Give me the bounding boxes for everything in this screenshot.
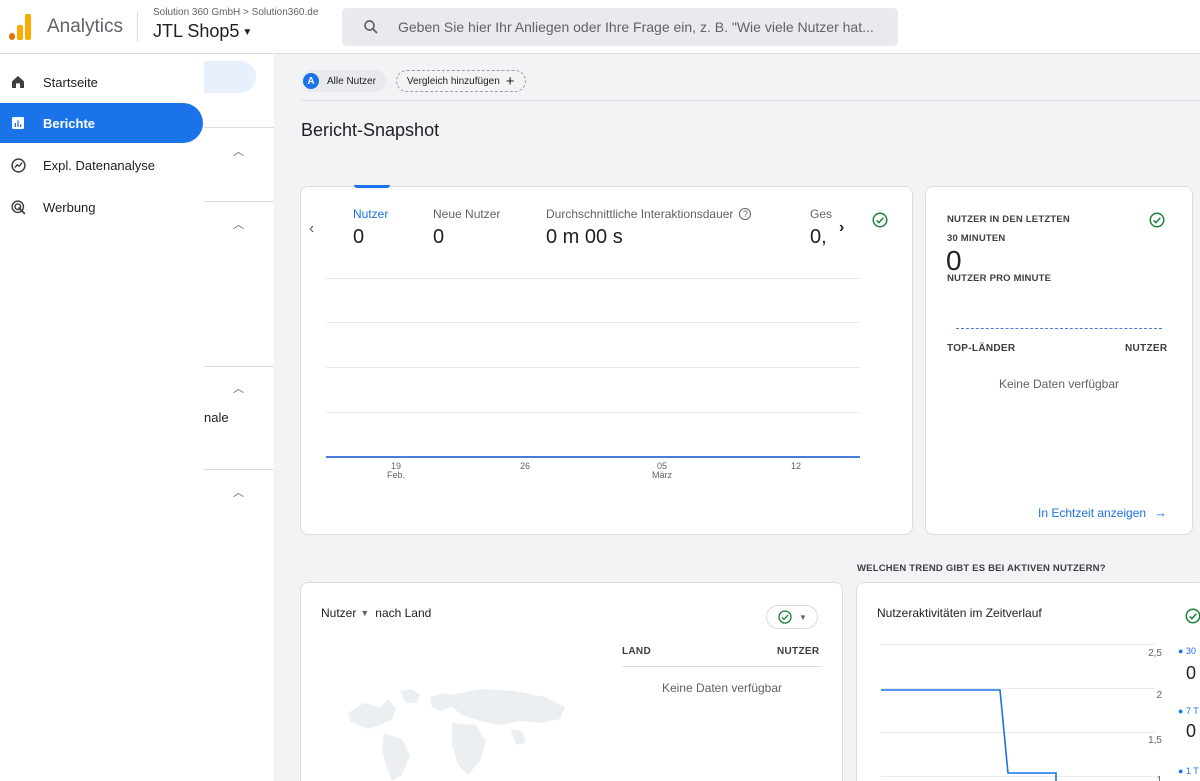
subpanel-divider — [204, 469, 274, 470]
x-axis-tick: 26 — [519, 461, 530, 471]
check-circle-icon[interactable] — [868, 208, 892, 232]
search-bar[interactable]: Geben Sie hier Ihr Anliegen oder Ihre Fr… — [342, 8, 898, 46]
activity-series-line — [881, 689, 1057, 781]
x-axis-tick: 19 Feb. — [386, 461, 405, 480]
segment-chip-label: Alle Nutzer — [327, 75, 376, 87]
segment-chip-all-users[interactable]: A Alle Nutzer — [301, 70, 386, 92]
help-icon[interactable]: ? — [739, 208, 752, 220]
nav-item-expl-datenanalyse[interactable]: Expl. Datenanalyse — [0, 145, 203, 185]
subpanel-item-partial[interactable]: nale — [204, 410, 229, 425]
metric-value: 0 m 00 s — [546, 226, 623, 248]
comparison-bar: A Alle Nutzer Vergleich hinzufügen + — [301, 70, 526, 92]
view-realtime-label: In Echtzeit anzeigen — [1038, 505, 1147, 520]
metric-tab-neue-nutzer[interactable]: Neue Nutzer 0 — [433, 207, 500, 249]
nav-label: Berichte — [43, 115, 96, 131]
caret-down-icon: ▼ — [799, 612, 807, 622]
reports-icon — [9, 114, 27, 132]
metric-label: Neue Nutzer — [433, 207, 501, 221]
legend-value-7-days: 0 — [1186, 721, 1197, 741]
chart-gridline — [326, 322, 860, 323]
chevron-left-icon[interactable]: ‹ — [309, 220, 314, 238]
metric-tab-interaktionsdauer[interactable]: Durchschnittliche Interaktionsdauer? 0 m… — [546, 207, 752, 249]
caret-down-icon[interactable]: ▼ — [360, 608, 369, 618]
metric-value: 0, — [810, 226, 827, 248]
top-app-bar: Analytics Solution 360 GmbH > Solution36… — [0, 0, 1200, 54]
metric-tab-partial[interactable]: Ges 0, — [810, 207, 832, 249]
metric-label: Nutzer — [353, 207, 389, 221]
subpanel-divider — [204, 127, 274, 128]
arrow-right-icon: → — [1154, 505, 1168, 520]
column-header-country: LAND — [622, 646, 651, 657]
analytics-logo-icon[interactable] — [8, 14, 32, 40]
property-selector[interactable]: JTL Shop5 ▼ — [153, 21, 252, 42]
dimension-label: nach Land — [375, 606, 432, 620]
property-name: JTL Shop5 — [153, 21, 240, 41]
advertising-icon — [9, 198, 27, 216]
data-quality-dropdown[interactable]: ▼ — [766, 605, 818, 629]
section-heading: WELCHEN TREND GIBT ES BEI AKTIVEN NUTZER… — [857, 563, 1106, 574]
home-icon — [9, 73, 27, 91]
subpanel-divider — [204, 366, 274, 367]
nav-label: Werbung — [43, 199, 96, 215]
main-divider — [301, 100, 1200, 101]
segment-avatar: A — [303, 73, 319, 89]
metric-tab-nutzer[interactable]: Nutzer 0 — [353, 207, 388, 249]
chevron-up-icon[interactable]: ︿ — [233, 143, 244, 159]
account-breadcrumb[interactable]: Solution 360 GmbH > Solution360.de — [153, 7, 318, 18]
no-data-message: Keine Daten verfügbar — [661, 681, 783, 695]
chart-gridline — [326, 278, 860, 279]
metric-label: Ges — [810, 207, 832, 221]
nav-item-berichte[interactable]: Berichte — [0, 103, 203, 143]
legend-label-7-days: ● 7 T — [1178, 706, 1199, 716]
check-circle-icon — [778, 610, 792, 624]
metric-tab-indicator — [354, 185, 390, 188]
nav-item-werbung[interactable]: Werbung — [0, 187, 203, 227]
users-per-minute-label: NUTZER PRO MINUTE — [947, 273, 1052, 284]
search-placeholder: Geben Sie hier Ihr Anliegen oder Ihre Fr… — [398, 19, 874, 35]
subpanel-selected-item[interactable] — [204, 61, 256, 93]
subpanel-divider — [204, 201, 274, 202]
view-realtime-link[interactable]: In Echtzeit anzeigen → — [1038, 505, 1167, 520]
chart-gridline — [326, 412, 860, 413]
legend-label-1-day: ● 1 T — [1178, 766, 1199, 776]
add-comparison-button[interactable]: Vergleich hinzufügen + — [395, 70, 526, 92]
chevron-up-icon[interactable]: ︿ — [233, 380, 244, 396]
map-card-title: Nutzer ▼ nach Land — [321, 606, 431, 620]
metric-label: Durchschnittliche Interaktionsdauer — [546, 207, 734, 221]
column-header-users: NUTZER — [1125, 343, 1168, 354]
metric-value: 0 — [353, 226, 365, 248]
chart-gridline — [326, 367, 860, 368]
nav-label: Expl. Datenanalyse — [43, 157, 156, 173]
chevron-up-icon[interactable]: ︿ — [233, 484, 244, 500]
app-name: Analytics — [47, 16, 124, 37]
chevron-right-icon[interactable]: › — [839, 219, 844, 237]
nav-item-startseite[interactable]: Startseite — [0, 62, 203, 102]
world-map — [348, 689, 565, 781]
metric-value: 0 — [433, 226, 445, 248]
x-axis-tick: 05 März — [652, 461, 672, 480]
header-divider — [137, 12, 138, 42]
metric-dropdown[interactable]: Nutzer — [321, 606, 356, 620]
users-series-line — [326, 456, 860, 458]
plus-icon: + — [505, 72, 515, 90]
column-header-users: NUTZER — [777, 646, 820, 657]
page-title: Bericht-Snapshot — [301, 120, 440, 140]
explore-icon — [9, 156, 27, 174]
left-navigation: Startseite Berichte Expl. Datenanalyse W… — [0, 54, 204, 781]
no-data-message: Keine Daten verfügbar — [998, 377, 1120, 391]
column-header-country: TOP-LÄNDER — [947, 343, 1016, 354]
legend-value-30-days: 0 — [1186, 663, 1197, 683]
per-minute-baseline — [956, 328, 1162, 329]
add-comparison-label: Vergleich hinzufügen — [406, 75, 500, 87]
table-divider — [622, 666, 822, 667]
nav-label: Startseite — [43, 74, 98, 90]
x-axis-tick: 12 — [790, 461, 801, 471]
search-icon — [364, 20, 378, 34]
caret-down-icon: ▼ — [242, 26, 253, 38]
legend-label-30-days: ● 30 — [1178, 646, 1196, 656]
realtime-title: NUTZER IN DEN LETZTEN 30 MINUTEN — [947, 214, 1070, 244]
chevron-up-icon[interactable]: ︿ — [233, 216, 244, 232]
check-circle-icon[interactable] — [1145, 208, 1169, 232]
